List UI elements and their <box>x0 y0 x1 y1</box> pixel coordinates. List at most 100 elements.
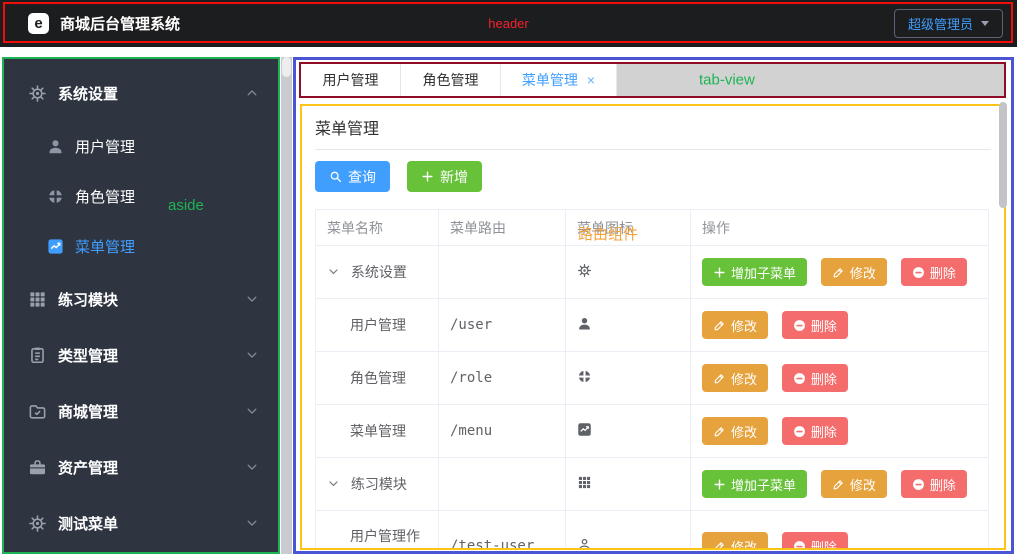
aside-annotation-label: aside <box>168 197 204 214</box>
chevron-down-icon <box>245 348 259 362</box>
table-row: 练习模块 增加子菜单 修改 <box>316 458 989 511</box>
table-row: 菜单管理 /menu 修改 删除 <box>316 405 989 458</box>
query-button-label: 查询 <box>348 167 376 187</box>
edit-pen-icon <box>713 319 726 332</box>
edit-button[interactable]: 修改 <box>702 364 768 392</box>
tab-user-management[interactable]: 用户管理 <box>301 64 401 96</box>
menu-name: 菜单管理 <box>350 423 406 439</box>
sidebar-item-menu-management[interactable]: 菜单管理 <box>4 221 278 271</box>
sidebar-item-label: 资产管理 <box>58 457 245 478</box>
table-row: 用户管理 /user 修改 删除 <box>316 299 989 352</box>
search-icon <box>329 170 342 183</box>
minus-circle-icon <box>793 319 806 332</box>
tab-bar-filler: tab-view <box>617 64 1004 96</box>
app-root: e 商城后台管理系统 header 超级管理员 系统设置 用户管理 角色管理 菜… <box>0 0 1017 557</box>
edit-pen-icon <box>832 266 845 279</box>
sidebar-item-test-menu[interactable]: 测试菜单 <box>4 495 278 551</box>
table-row: 角色管理 /role 修改 删除 <box>316 352 989 405</box>
delete-button[interactable]: 删除 <box>901 258 967 286</box>
sidebar-item-label: 系统设置 <box>58 83 245 104</box>
delete-label: 删除 <box>811 537 837 551</box>
edit-button[interactable]: 修改 <box>702 417 768 445</box>
table-row: 用户管理作业 /test-user 修改 删除 <box>316 511 989 551</box>
edit-pen-icon <box>713 425 726 438</box>
column-header-actions: 操作 <box>691 210 989 246</box>
user-icon <box>577 316 592 331</box>
content-scrollbar-thumb[interactable] <box>999 102 1007 208</box>
menu-name: 练习模块 <box>351 476 407 492</box>
plus-icon <box>713 266 726 279</box>
menu-name: 角色管理 <box>350 370 406 386</box>
chevron-down-icon <box>245 516 259 530</box>
edit-pen-icon <box>713 372 726 385</box>
delete-button[interactable]: 删除 <box>782 417 848 445</box>
minus-circle-icon <box>793 540 806 551</box>
sidebar-item-user-management[interactable]: 用户管理 <box>4 121 278 171</box>
tab-label: 用户管理 <box>323 70 379 90</box>
sidebar-item-asset-management[interactable]: 资产管理 <box>4 439 278 495</box>
suitcase-icon <box>28 458 47 477</box>
delete-button[interactable]: 删除 <box>782 532 848 550</box>
delete-label: 删除 <box>811 316 837 335</box>
page-scrollbar-thumb[interactable] <box>282 57 291 77</box>
user-menu-label: 超级管理员 <box>908 14 973 33</box>
table-row: 系统设置 增加子菜单 修改 <box>316 246 989 299</box>
menu-route: /user <box>439 299 566 352</box>
sidebar-item-label: 测试菜单 <box>58 513 245 534</box>
edit-button[interactable]: 修改 <box>702 311 768 339</box>
delete-label: 删除 <box>930 263 956 282</box>
edit-label: 修改 <box>731 537 757 551</box>
close-icon[interactable]: × <box>587 73 595 87</box>
add-button[interactable]: 新增 <box>407 161 482 192</box>
menu-table: 菜单名称 菜单路由 菜单图标 操作 系统设置 <box>315 209 989 550</box>
edit-button[interactable]: 修改 <box>821 258 887 286</box>
menu-route <box>439 246 566 299</box>
caret-down-icon <box>981 21 989 30</box>
sidebar-item-type-management[interactable]: 类型管理 <box>4 327 278 383</box>
edit-label: 修改 <box>731 369 757 388</box>
add-child-menu-button[interactable]: 增加子菜单 <box>702 470 807 498</box>
edit-label: 修改 <box>850 263 876 282</box>
sidebar: 系统设置 用户管理 角色管理 菜单管理 练习模块 类型管理 商城管理 <box>2 57 280 554</box>
user-menu-button[interactable]: 超级管理员 <box>894 9 1003 38</box>
minus-circle-icon <box>912 266 925 279</box>
sidebar-item-label: 类型管理 <box>58 345 245 366</box>
chevron-up-icon <box>245 86 259 100</box>
query-button[interactable]: 查询 <box>315 161 390 192</box>
page-scrollbar[interactable] <box>281 57 292 554</box>
edit-button[interactable]: 修改 <box>821 470 887 498</box>
sidebar-item-role-management[interactable]: 角色管理 <box>4 171 278 221</box>
grid-icon <box>577 475 592 490</box>
expand-arrow-icon[interactable] <box>327 265 340 278</box>
add-child-label: 增加子菜单 <box>731 475 796 494</box>
minus-circle-icon <box>912 478 925 491</box>
folder-icon <box>28 402 47 421</box>
tab-role-management[interactable]: 角色管理 <box>401 64 501 96</box>
delete-button[interactable]: 删除 <box>901 470 967 498</box>
trend-chart-icon <box>47 238 64 255</box>
menu-name: 系统设置 <box>351 264 407 280</box>
app-title: 商城后台管理系统 <box>60 13 180 34</box>
delete-button[interactable]: 删除 <box>782 364 848 392</box>
gear-icon <box>28 514 47 533</box>
sidebar-item-system-settings[interactable]: 系统设置 <box>4 65 278 121</box>
tickets-icon <box>28 346 47 365</box>
add-child-menu-button[interactable]: 增加子菜单 <box>702 258 807 286</box>
delete-button[interactable]: 删除 <box>782 311 848 339</box>
edit-button[interactable]: 修改 <box>702 532 768 550</box>
minus-circle-icon <box>793 372 806 385</box>
delete-label: 删除 <box>811 369 837 388</box>
aim-icon <box>47 188 64 205</box>
sidebar-item-label: 角色管理 <box>75 186 135 207</box>
menu-route: /role <box>439 352 566 405</box>
column-header-menu-name: 菜单名称 <box>316 210 439 246</box>
sidebar-item-practice-module[interactable]: 练习模块 <box>4 271 278 327</box>
tab-menu-management[interactable]: 菜单管理 × <box>501 64 617 96</box>
header: e 商城后台管理系统 header 超级管理员 <box>0 0 1017 47</box>
expand-arrow-icon[interactable] <box>327 477 340 490</box>
chevron-down-icon <box>245 460 259 474</box>
delete-label: 删除 <box>811 422 837 441</box>
sidebar-item-mall-management[interactable]: 商城管理 <box>4 383 278 439</box>
app-logo-icon: e <box>28 13 49 34</box>
aim-icon <box>577 369 592 384</box>
